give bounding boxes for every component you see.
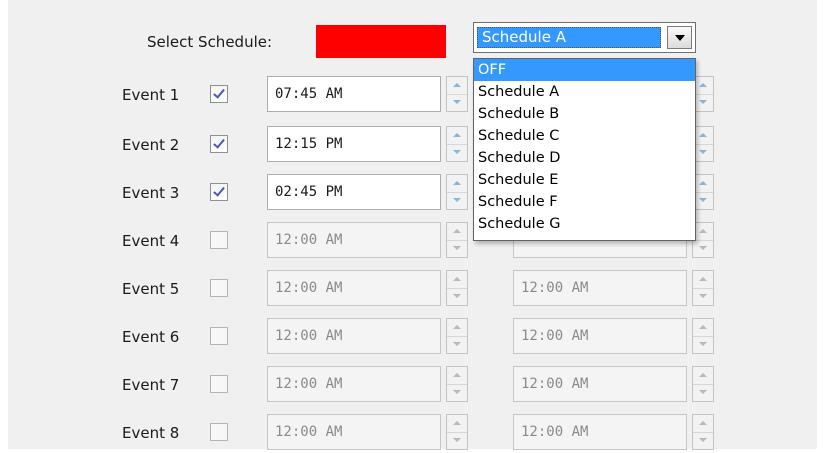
spin-down-icon[interactable] [693,336,713,353]
spin-down-icon[interactable] [693,288,713,305]
spin-up-icon[interactable] [693,319,713,337]
dropdown-option[interactable]: Schedule E [474,169,695,191]
event-start-spinner[interactable] [446,174,468,210]
dropdown-option[interactable]: Schedule D [474,147,695,169]
spin-up-icon[interactable] [693,367,713,385]
event-start-time[interactable]: 12:00 AM [267,222,441,258]
event-start-spinner[interactable] [446,270,468,306]
schedule-color-swatch [316,25,446,58]
event-start-spinner[interactable] [446,318,468,354]
schedule-dropdown-list[interactable]: OFF Schedule A Schedule B Schedule C Schedul… [473,58,696,241]
chevron-down-icon[interactable] [667,26,692,49]
event-label: Event 5 [122,280,180,298]
spin-up-icon[interactable] [447,127,467,145]
event-label: Event 2 [122,136,180,154]
spin-down-icon[interactable] [447,384,467,401]
spin-down-icon[interactable] [447,144,467,161]
event-start-spinner[interactable] [446,126,468,162]
spin-down-icon[interactable] [447,432,467,449]
left-border [0,0,8,453]
spin-down-icon[interactable] [447,336,467,353]
event-enabled-checkbox[interactable] [210,183,228,201]
spin-down-icon[interactable] [447,192,467,209]
spin-down-icon[interactable] [693,240,713,257]
event-start-time[interactable]: 12:00 AM [267,414,441,450]
event-enabled-checkbox[interactable] [210,375,228,393]
select-schedule-label: Select Schedule: [147,33,273,51]
event-end-spinner[interactable] [692,414,714,450]
spin-down-icon[interactable] [693,432,713,449]
event-start-time[interactable]: 12:00 AM [267,270,441,306]
event-end-time[interactable]: 12:00 AM [513,318,687,354]
spin-up-icon[interactable] [693,223,713,241]
right-border [817,0,836,453]
spin-down-icon[interactable] [693,384,713,401]
event-enabled-checkbox[interactable] [210,423,228,441]
schedule-combobox-value[interactable]: Schedule A [477,27,661,48]
event-end-time[interactable]: 12:00 AM [513,414,687,450]
spin-down-icon[interactable] [447,288,467,305]
event-end-spinner[interactable] [692,270,714,306]
event-start-time[interactable]: 12:00 AM [267,318,441,354]
spin-up-icon[interactable] [693,271,713,289]
spin-down-icon[interactable] [693,192,713,209]
spin-up-icon[interactable] [447,319,467,337]
event-start-time[interactable]: 02:45 PM [267,174,441,210]
spin-up-icon[interactable] [693,415,713,433]
event-enabled-checkbox[interactable] [210,279,228,297]
event-label: Event 1 [122,86,180,104]
event-start-spinner[interactable] [446,414,468,450]
event-end-time[interactable]: 12:00 AM [513,270,687,306]
event-start-spinner[interactable] [446,76,468,112]
spin-up-icon[interactable] [447,271,467,289]
dropdown-option[interactable]: Schedule B [474,103,695,125]
event-label: Event 7 [122,376,180,394]
schedule-panel: Select Schedule: Schedule A Event 1 07:45… [0,0,836,453]
event-start-spinner[interactable] [446,366,468,402]
event-end-spinner[interactable] [692,366,714,402]
dropdown-option[interactable]: Schedule G [474,213,695,235]
spin-up-icon[interactable] [447,223,467,241]
event-start-spinner[interactable] [446,222,468,258]
dropdown-option[interactable]: Schedule F [474,191,695,213]
spin-up-icon[interactable] [447,415,467,433]
event-start-time[interactable]: 07:45 AM [267,76,441,112]
spin-up-icon[interactable] [693,77,713,95]
event-label: Event 4 [122,232,180,250]
dropdown-option[interactable]: Schedule A [474,81,695,103]
event-end-time[interactable]: 12:00 AM [513,366,687,402]
spin-up-icon[interactable] [447,367,467,385]
dropdown-option[interactable]: OFF [474,59,695,81]
event-label: Event 8 [122,424,180,442]
event-enabled-checkbox[interactable] [210,231,228,249]
spin-up-icon[interactable] [447,77,467,95]
event-start-time[interactable]: 12:15 PM [267,126,441,162]
event-enabled-checkbox[interactable] [210,327,228,345]
event-enabled-checkbox[interactable] [210,135,228,153]
spin-down-icon[interactable] [447,94,467,111]
dropdown-option[interactable]: Schedule C [474,125,695,147]
event-label: Event 6 [122,328,180,346]
spin-down-icon[interactable] [693,144,713,161]
event-label: Event 3 [122,184,180,202]
schedule-combobox[interactable]: Schedule A [473,22,696,53]
spin-up-icon[interactable] [693,175,713,193]
spin-up-icon[interactable] [693,127,713,145]
spin-down-icon[interactable] [693,94,713,111]
event-end-spinner[interactable] [692,318,714,354]
spin-down-icon[interactable] [447,240,467,257]
event-start-time[interactable]: 12:00 AM [267,366,441,402]
spin-up-icon[interactable] [447,175,467,193]
event-enabled-checkbox[interactable] [210,85,228,103]
